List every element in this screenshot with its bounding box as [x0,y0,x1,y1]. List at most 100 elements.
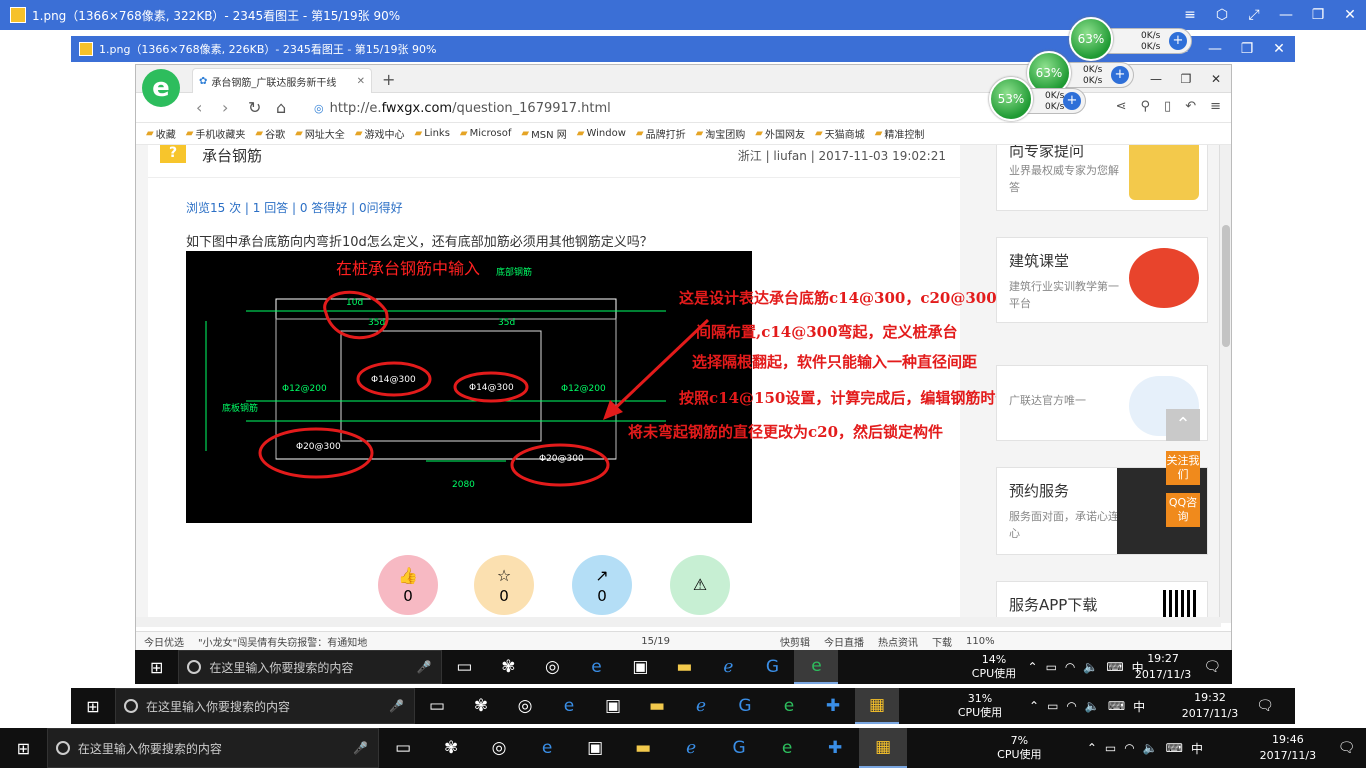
wifi-icon[interactable]: ◠ [1065,660,1075,674]
task-view-icon[interactable]: ▭ [442,657,486,677]
volume-icon[interactable]: 🔈 [1143,741,1158,755]
edge-icon[interactable]: e [547,696,591,716]
minimize-button[interactable]: — [1199,41,1231,57]
minimize-button[interactable]: — [1270,7,1302,23]
net-speed-widget[interactable]: 63% 0K/s 0K/s + [1027,51,1134,95]
hamburger-icon[interactable]: ≡ [1210,99,1221,114]
statusbar-item[interactable]: 110% [966,636,995,647]
glodon-icon[interactable]: G [723,696,767,716]
bookmark-item[interactable]: ▰ Window [577,128,626,139]
task-view-icon[interactable]: ▭ [415,696,459,716]
remote-icon[interactable]: ✚ [811,696,855,716]
statusbar-item[interactable]: "小龙女"闯吴倩有失窃报警：有通知地 [198,634,367,649]
browser-icon[interactable]: ◎ [530,657,574,677]
folder-icon[interactable]: ▬ [619,738,667,758]
mobile-icon[interactable]: ▯ [1164,99,1171,114]
boost-plus-icon[interactable]: + [1111,66,1129,84]
start-button[interactable]: ⊞ [71,688,115,724]
question-stats[interactable]: 浏览15 次 | 1 回答 | 0 答得好 | 0问得好 [186,199,403,216]
bookmark-item[interactable]: ▰ 游戏中心 [355,126,405,141]
bookmark-item[interactable]: ▰ 天猫商城 [815,126,865,141]
notification-icon[interactable]: 🗨 [1245,698,1285,714]
maximize-button[interactable]: ❐ [1302,7,1334,23]
task-view-icon[interactable]: ▭ [379,738,427,758]
sidebar-card-classroom[interactable]: 建筑课堂 建筑行业实训教学第一平台 [996,237,1208,323]
statusbar-item[interactable]: 热点资讯 [878,634,918,649]
keyboard-icon[interactable]: ⌨ [1166,741,1183,755]
folder-icon[interactable]: ▬ [662,657,706,677]
bookmark-item[interactable]: ▰ Links [415,128,450,139]
undo-icon[interactable]: ↶ [1185,99,1196,114]
keyboard-icon[interactable]: ⌨ [1108,699,1125,713]
vertical-scrollbar[interactable] [1219,145,1231,623]
fan-icon[interactable]: ✾ [459,696,503,716]
like-button[interactable]: 👍 0 [378,555,438,615]
report-button[interactable]: ⚠ [670,555,730,615]
close-button[interactable]: ✕ [1263,41,1295,57]
bookmark-item[interactable]: ▰ Microsof [460,128,511,139]
bookmark-item[interactable]: ▰ 收藏 [146,126,176,141]
bookmark-item[interactable]: ▰ 品牌打折 [636,126,686,141]
memory-ball[interactable]: 53% [989,77,1033,121]
battery-icon[interactable]: ▭ [1046,660,1057,674]
statusbar-item[interactable]: 今日直播 [824,634,864,649]
keyboard-icon[interactable]: ⌨ [1106,660,1123,674]
browser-360-icon[interactable]: e [763,738,811,758]
wifi-icon[interactable]: ◠ [1066,699,1076,713]
net-speed-widget[interactable]: 63% 0K/s 0K/s + [1069,17,1192,61]
forward-icon[interactable]: › [222,98,228,117]
ime-indicator[interactable]: 中 [1133,698,1145,715]
ie-icon[interactable]: ℯ [706,657,750,677]
store-icon[interactable]: ▣ [618,657,662,677]
tab-active[interactable]: ✿ 承台钢筋_广联达服务新干线 ✕ [192,68,372,93]
ie-icon[interactable]: ℯ [679,696,723,716]
clock[interactable]: 19:32 2017/11/3 [1175,690,1245,722]
remote-icon[interactable]: ✚ [811,738,859,758]
sidebar-card-ask-expert[interactable]: 向专家提问 业界最权威专家为您解答 [996,145,1208,211]
browser-360-icon[interactable]: e [767,696,811,716]
fan-icon[interactable]: ✾ [427,738,475,758]
statusbar-item[interactable]: 15/19 [641,636,670,647]
image-viewer-icon[interactable]: ▦ [859,728,908,768]
notification-icon[interactable]: 🗨 [1327,740,1366,756]
fan-icon[interactable]: ✾ [486,657,530,677]
horizontal-scrollbar[interactable] [136,617,1221,627]
clock[interactable]: 19:46 2017/11/3 [1249,732,1327,764]
browser-icon[interactable]: ◎ [475,738,523,758]
battery-icon[interactable]: ▭ [1105,741,1116,755]
battery-icon[interactable]: ▭ [1047,699,1058,713]
store-icon[interactable]: ▣ [591,696,635,716]
skin-icon[interactable]: ⬡ [1206,7,1238,23]
notification-icon[interactable]: 🗨 [1193,659,1232,675]
favorite-button[interactable]: ☆ 0 [474,555,534,615]
bookmark-item[interactable]: ▰ 精准控制 [875,126,925,141]
bookmark-item[interactable]: ▰ 外国网友 [755,126,805,141]
statusbar-item[interactable]: 快剪辑 [780,634,810,649]
url-input[interactable]: ◎ http://e. fwxgx.com/question_1679917.ht… [314,98,974,118]
volume-icon[interactable]: 🔈 [1083,660,1098,674]
back-icon[interactable]: ‹ [196,98,202,117]
boost-plus-icon[interactable]: + [1169,32,1187,50]
follow-button[interactable]: 关注我们 [1166,451,1200,485]
edge-icon[interactable]: e [523,738,571,758]
start-button[interactable]: ⊞ [135,650,178,684]
new-tab-button[interactable]: + [382,70,395,89]
scroll-top-button[interactable]: ⌃ [1166,409,1200,441]
scrollbar-thumb[interactable] [1222,225,1230,347]
tray-chevron-icon[interactable]: ⌃ [1028,660,1038,674]
browser-maximize-button[interactable]: ❐ [1171,72,1201,86]
start-button[interactable]: ⊞ [0,728,47,768]
fullscreen-icon[interactable]: ⤢ [1238,7,1270,23]
statusbar-item[interactable]: 今日优选 [144,634,184,649]
clock[interactable]: 19:27 2017/11/3 [1134,651,1193,683]
ime-indicator[interactable]: 中 [1191,740,1203,757]
menu-icon[interactable]: ≡ [1174,7,1206,23]
tray-chevron-icon[interactable]: ⌃ [1087,741,1097,755]
edge-icon[interactable]: e [574,657,618,677]
taskbar-search[interactable]: 在这里输入你要搜索的内容 🎤 [178,650,443,684]
tab-close-icon[interactable]: ✕ [357,76,365,87]
net-speed-widget[interactable]: 53% 0K/s 0K/s + [989,77,1086,121]
store-icon[interactable]: ▣ [571,738,619,758]
taskbar-search[interactable]: 在这里输入你要搜索的内容 🎤 [115,688,415,724]
bookmark-item[interactable]: ▰ 手机收藏夹 [186,126,246,141]
